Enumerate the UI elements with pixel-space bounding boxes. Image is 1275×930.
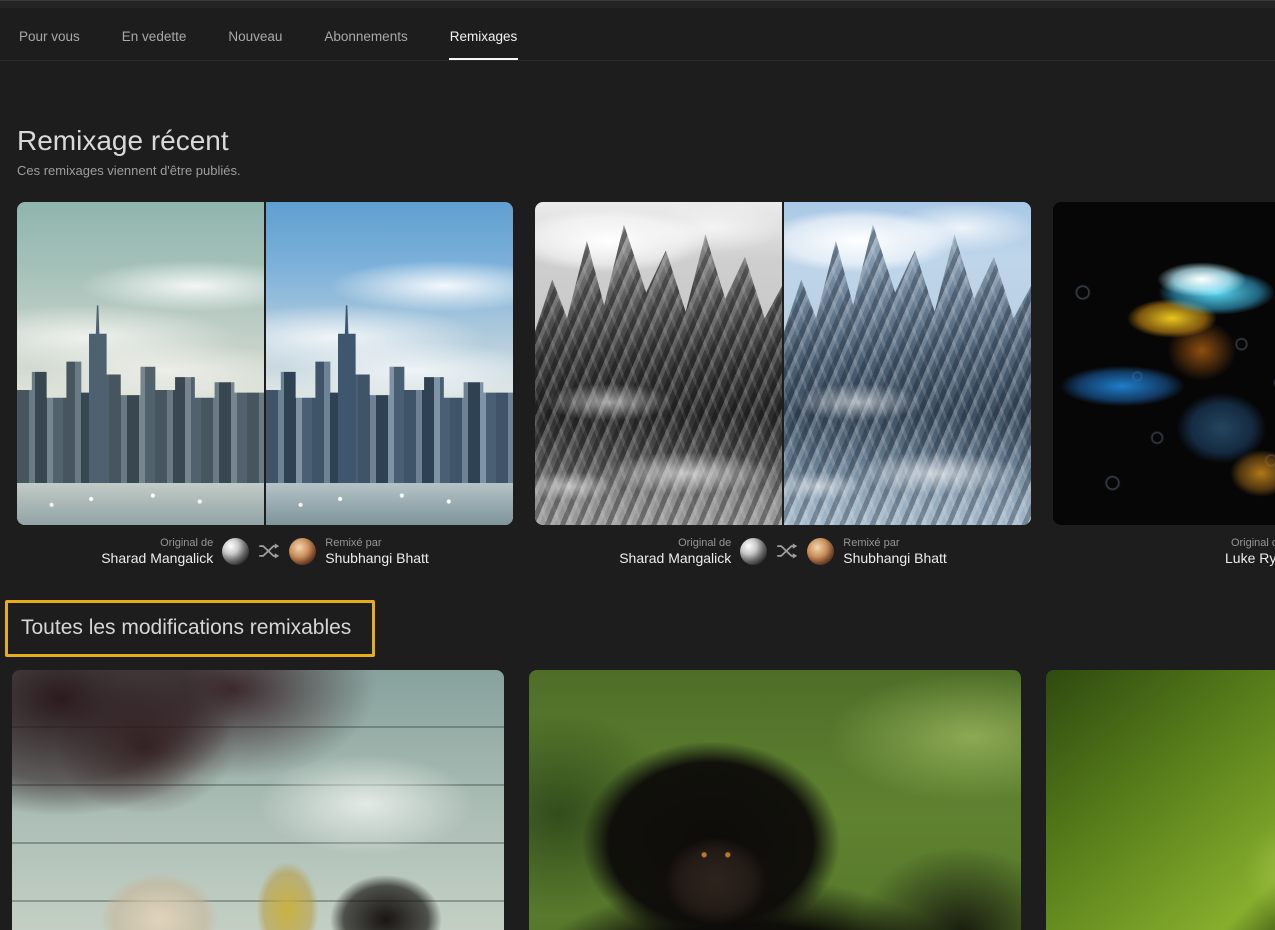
photo-card-gorilla[interactable]	[529, 670, 1021, 930]
all-remixable-section: Toutes les modifications remixables	[0, 566, 1275, 930]
section-subtitle-recent-remix: Ces remixages viennent d'être publiés.	[17, 163, 241, 178]
recent-remixes-section: Remixage récent Ces remixages viennent d…	[0, 123, 1275, 566]
skyline-after-image	[266, 202, 513, 525]
window-top-strip	[0, 0, 1275, 8]
original-author-name[interactable]: Sharad Mangalick	[619, 550, 731, 566]
original-author-name[interactable]: Luke Ryn	[1225, 550, 1275, 566]
tab-en-vedette[interactable]: En vedette	[121, 29, 188, 60]
tab-nouveau[interactable]: Nouveau	[227, 29, 283, 60]
app-window: Pour vous En vedette Nouveau Abonnements…	[0, 0, 1275, 930]
attribution-row: Original de Sharad Mangalick Remixé par …	[17, 536, 513, 566]
original-author-name[interactable]: Sharad Mangalick	[101, 550, 213, 566]
feed-tab-bar: Pour vous En vedette Nouveau Abonnements…	[0, 8, 1275, 61]
original-label: Original de	[160, 536, 214, 549]
remix-author-name[interactable]: Shubhangi Bhatt	[325, 550, 429, 566]
before-after-image-mountains[interactable]	[535, 202, 1031, 525]
remixed-label: Remixé par	[843, 536, 900, 549]
skyline-before-image	[17, 202, 264, 525]
original-credit: Original de Sharad Mangalick	[101, 537, 213, 566]
remix-author-name[interactable]: Shubhangi Bhatt	[843, 550, 947, 566]
original-credit: Original de Luke Ryn	[1225, 537, 1275, 566]
tab-remixages[interactable]: Remixages	[448, 29, 519, 60]
section-title-recent-remix: Remixage récent	[17, 125, 229, 156]
remix-credit: Remixé par Shubhangi Bhatt	[843, 537, 947, 566]
remix-card-fish[interactable]: Original de Luke Ryn	[1053, 202, 1275, 566]
remix-card-mountains[interactable]: Original de Sharad Mangalick Remixé par …	[535, 202, 1031, 566]
before-after-image-skyline[interactable]	[17, 202, 513, 525]
original-label: Original de	[1230, 536, 1275, 549]
original-credit: Original de Sharad Mangalick	[619, 537, 731, 566]
attribution-row: Original de Luke Ryn	[1053, 536, 1275, 566]
remix-credit: Remixé par Shubhangi Bhatt	[325, 537, 429, 566]
photo-card-dogs[interactable]	[12, 670, 504, 930]
mountains-before-image	[535, 202, 782, 525]
section-title-all-remixable: Toutes les modifications remixables	[21, 616, 352, 639]
remix-card-skyline[interactable]: Original de Sharad Mangalick Remixé par …	[17, 202, 513, 566]
remixed-label: Remixé par	[325, 536, 382, 549]
original-author-avatar[interactable]	[740, 537, 768, 565]
attribution-row: Original de Sharad Mangalick Remixé par …	[535, 536, 1031, 566]
original-label: Original de	[678, 536, 732, 549]
tab-pour-vous[interactable]: Pour vous	[18, 29, 81, 60]
mountains-after-image	[784, 202, 1031, 525]
feed-content: Remixage récent Ces remixages viennent d…	[0, 123, 1275, 930]
fish-image[interactable]	[1053, 202, 1275, 525]
annotation-highlight-box: Toutes les modifications remixables	[5, 600, 376, 657]
remix-shuffle-icon	[259, 543, 280, 559]
skyscraper-shape	[337, 305, 356, 484]
tab-abonnements[interactable]: Abonnements	[323, 29, 408, 60]
recent-remixes-row: Original de Sharad Mangalick Remixé par …	[0, 202, 1275, 566]
skyscraper-shape	[88, 305, 107, 484]
original-author-avatar[interactable]	[222, 537, 250, 565]
all-remixable-row	[0, 670, 1275, 930]
remix-shuffle-icon	[777, 543, 798, 559]
remix-author-avatar[interactable]	[289, 537, 317, 565]
remix-author-avatar[interactable]	[807, 537, 835, 565]
photo-card-foliage[interactable]	[1046, 670, 1275, 930]
